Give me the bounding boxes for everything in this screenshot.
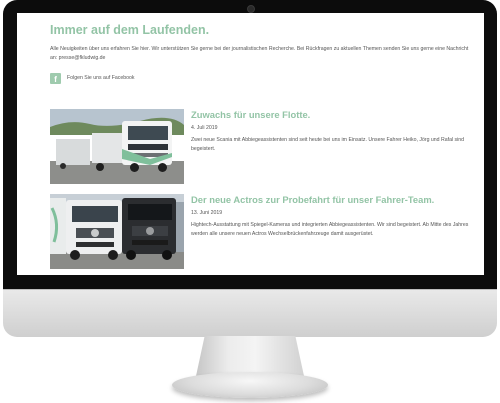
monitor-bezel: Immer auf dem Laufenden. Alle Neuigkeite… <box>3 0 497 289</box>
article-text: Zwei neue Scania mit Abbiegeassistenten … <box>191 137 465 152</box>
article-image-scania-trucks[interactable] <box>50 109 184 184</box>
facebook-icon[interactable]: f <box>50 73 61 84</box>
article-title[interactable]: Der neue Actros zur Probefahrt für unser… <box>191 194 474 205</box>
article-image-actros-trucks[interactable] <box>50 194 184 269</box>
imac-mockup: Immer auf dem Laufenden. Alle Neuigkeite… <box>0 0 500 403</box>
article-text: Hightech-Ausstattung mit Spiegel-Kameras… <box>191 222 469 237</box>
article-date: 13. Juni 2019 <box>191 210 223 216</box>
article-body: Zuwachs für unsere Flotte. 4. Juli 2019 … <box>191 109 474 154</box>
monitor-stand-base <box>172 372 328 398</box>
actros-truck-photo <box>50 194 184 269</box>
facebook-link-label[interactable]: Folgen Sie uns auf Facebook <box>67 75 134 81</box>
scania-truck-photo <box>50 109 184 184</box>
monitor-stand-neck <box>196 336 304 376</box>
intro-text: Alle Neuigkeiten über uns erfahren Sie h… <box>50 46 469 61</box>
article-body: Der neue Actros zur Probefahrt für unser… <box>191 194 474 239</box>
camera-dot-icon <box>247 5 255 13</box>
article-title[interactable]: Zuwachs für unsere Flotte. <box>191 109 474 120</box>
page-title: Immer auf dem Laufenden. <box>50 23 210 37</box>
monitor-chin <box>3 289 497 337</box>
article-date: 4. Juli 2019 <box>191 125 218 131</box>
monitor-screen: Immer auf dem Laufenden. Alle Neuigkeite… <box>17 13 484 275</box>
